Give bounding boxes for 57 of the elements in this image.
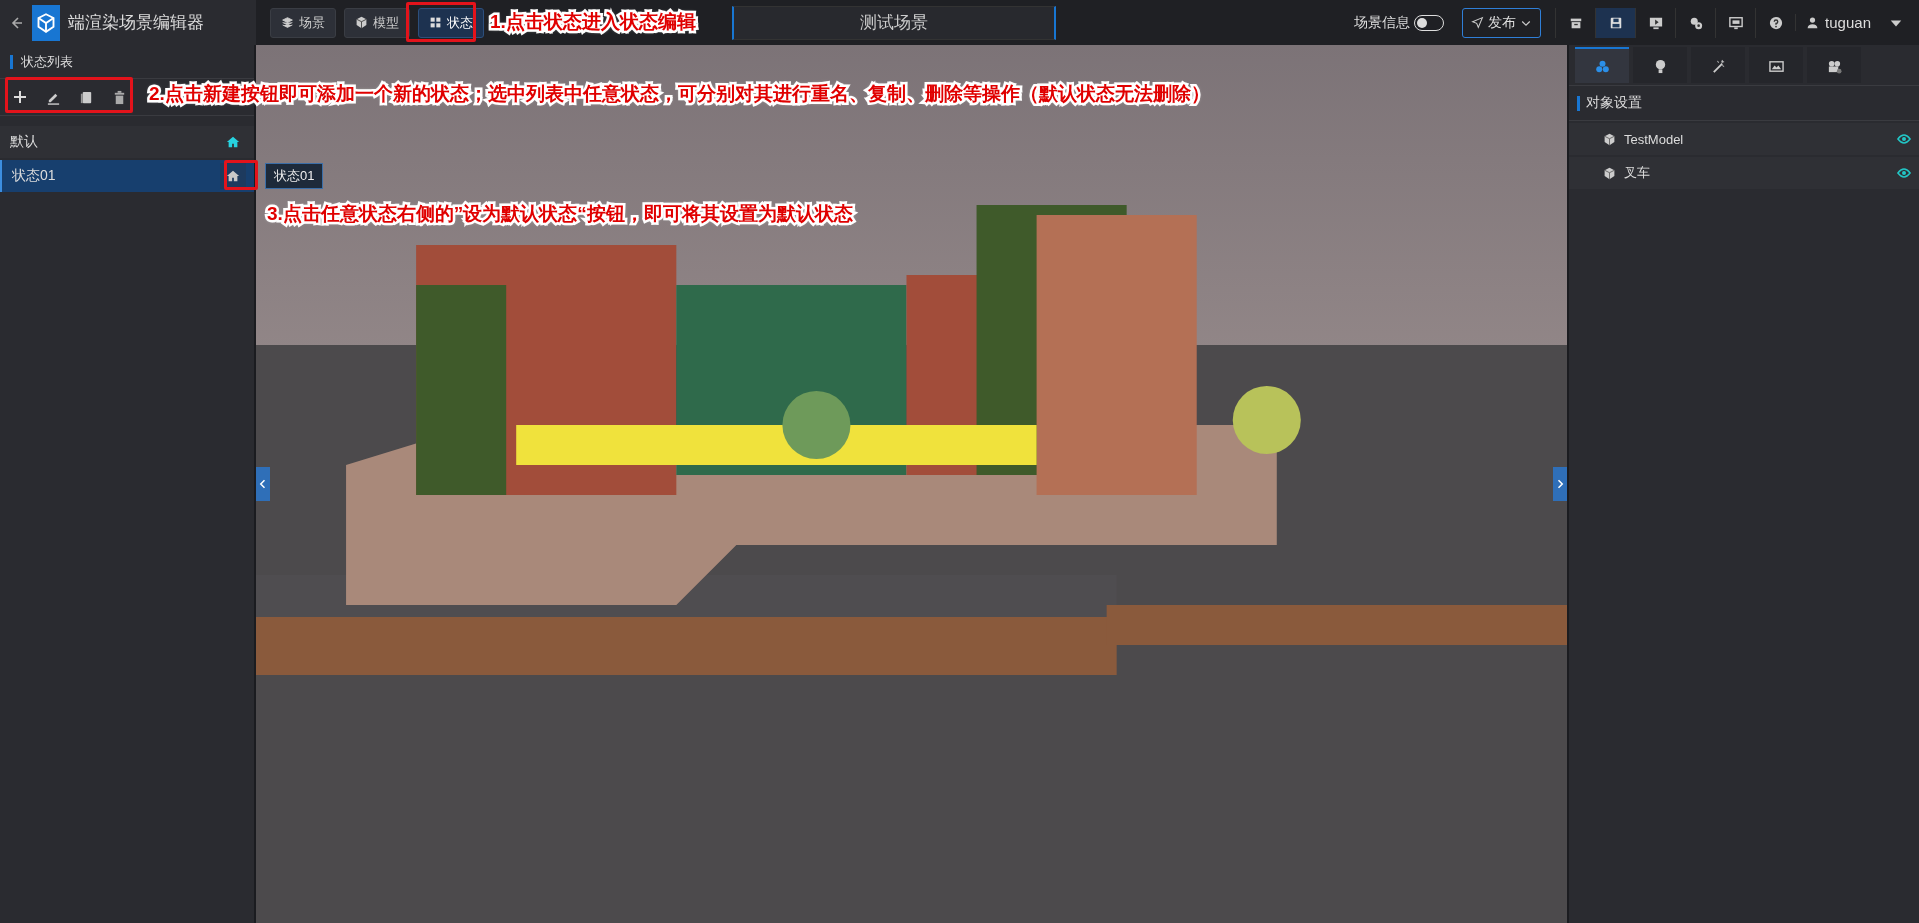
mode-tab[interactable]: 场景 [270, 7, 336, 38]
add-button[interactable] [12, 89, 28, 105]
publish-button[interactable]: 发布 [1462, 7, 1542, 38]
user-menu[interactable]: tuguan [1795, 14, 1903, 31]
annotation-text: 3.点击任意状态右侧的”设为默认状态“按钮，即可将其设置为默认状态 [267, 202, 853, 226]
save-button[interactable] [1595, 7, 1636, 38]
cube-icon [1603, 132, 1616, 146]
eye-icon [1897, 132, 1911, 146]
object-name: 叉车 [1624, 164, 1651, 182]
highlight-frame [224, 160, 258, 190]
annotation-text: 2.点击新建按钮即可添加一个新的状态；选中列表中任意状态，可分别对其进行重名、复制、删除等操作（默认状态无法删除） [149, 82, 1210, 106]
copy-icon [79, 89, 94, 105]
trash-icon [112, 89, 127, 105]
save-icon [1608, 15, 1623, 30]
panel-title: 状态列表 [21, 53, 73, 71]
scene-name: 测试场景 [732, 5, 1056, 40]
copy-button[interactable] [79, 89, 94, 105]
scene-info-label: 场景信息 [1354, 13, 1411, 32]
cube-icon [355, 16, 368, 29]
delete-button[interactable] [112, 89, 127, 105]
state-item[interactable]: 状态01 [0, 160, 254, 192]
tooltip: 状态01 [265, 163, 324, 189]
object-item[interactable]: TestModel [1569, 123, 1919, 155]
mode-tab[interactable]: 模型 [344, 7, 410, 38]
circles-icon [1594, 58, 1610, 74]
user-icon [1806, 16, 1820, 29]
visibility-toggle[interactable] [1897, 132, 1911, 146]
panel-tab[interactable] [1633, 47, 1687, 83]
camera-icon [1826, 58, 1842, 74]
logo-icon [32, 4, 60, 41]
cube-icon [1603, 166, 1616, 180]
mode-tab[interactable]: 状态 [418, 7, 484, 38]
image-icon [1768, 58, 1784, 74]
state-name: 状态01 [12, 167, 56, 185]
wand-icon [1710, 58, 1726, 74]
panel-tab[interactable] [1749, 47, 1803, 83]
object-name: TestModel [1624, 131, 1685, 147]
state-item[interactable]: 默认 [0, 126, 254, 158]
grid-icon [429, 16, 442, 29]
display-icon [1648, 15, 1663, 30]
object-item[interactable]: 叉车 [1569, 157, 1919, 189]
annotation-text: 1.点击状态进入状态编辑 [490, 10, 696, 34]
screen-icon [1728, 15, 1743, 30]
collapse-left-button[interactable] [256, 467, 270, 501]
gears-icon [1688, 15, 1703, 30]
help-icon [1768, 15, 1783, 30]
collapse-right-button[interactable] [1553, 467, 1567, 501]
layers-icon [281, 16, 294, 29]
plus-icon [12, 89, 28, 105]
highlight-frame [406, 2, 476, 42]
state-name: 默认 [10, 133, 38, 151]
visibility-toggle[interactable] [1897, 166, 1911, 180]
app-title: 端渲染场景编辑器 [68, 12, 204, 34]
panel-tab[interactable] [1807, 47, 1861, 83]
send-icon [1471, 16, 1485, 29]
eye-icon [1897, 166, 1911, 180]
panel-title: 对象设置 [1586, 94, 1642, 112]
